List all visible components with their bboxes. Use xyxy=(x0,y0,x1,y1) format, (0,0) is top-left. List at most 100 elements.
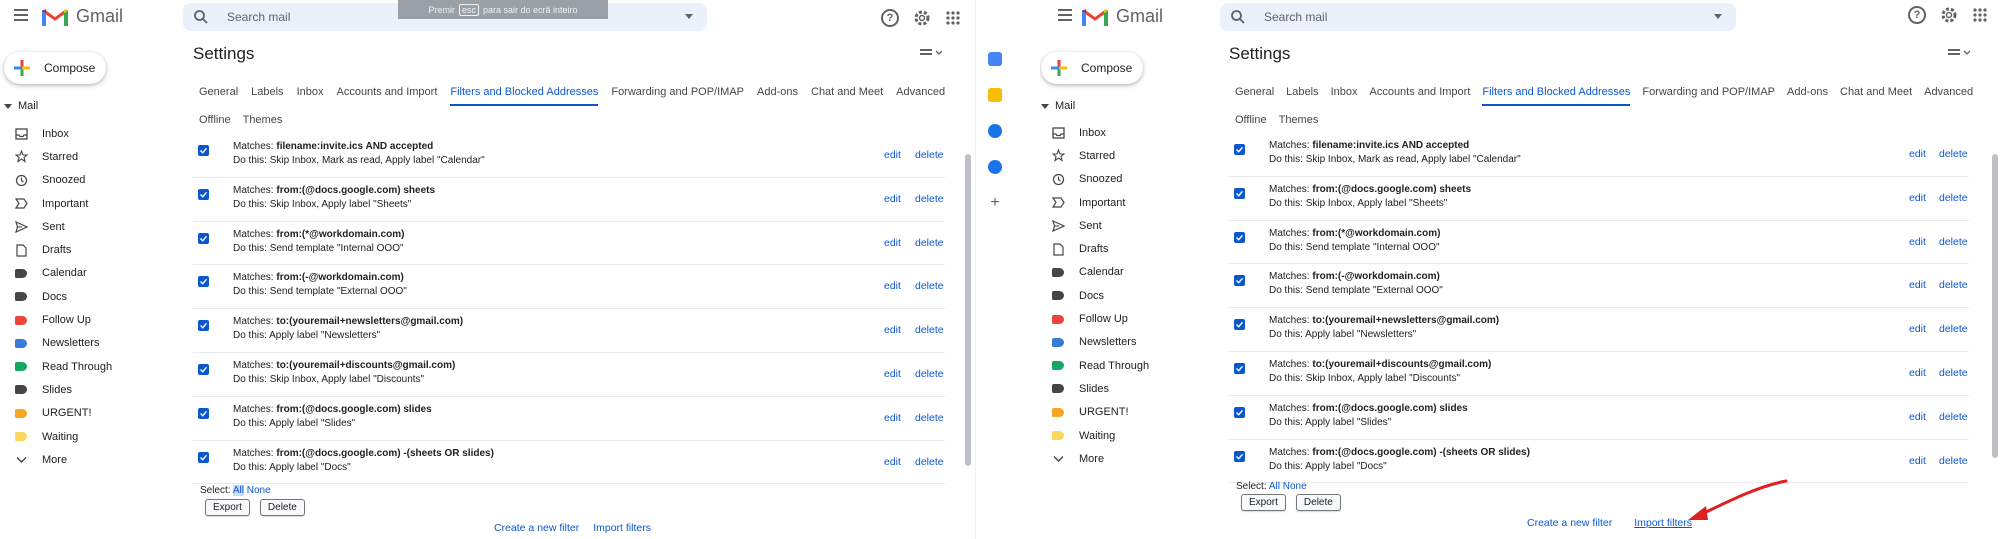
sidebar-item-sent[interactable]: Sent xyxy=(0,215,175,238)
filter-checkbox[interactable] xyxy=(198,276,209,288)
tab-labels[interactable]: Labels xyxy=(251,86,283,106)
delete-filter-link[interactable]: delete xyxy=(915,280,944,292)
sidebar-item-snoozed[interactable]: Snoozed xyxy=(0,169,175,192)
tab-filters-and-blocked-addresses[interactable]: Filters and Blocked Addresses xyxy=(1482,86,1631,106)
sidebar-item-docs[interactable]: Docs xyxy=(0,285,175,308)
select-none-link[interactable]: None xyxy=(1283,481,1307,492)
edit-filter-link[interactable]: edit xyxy=(884,412,901,424)
tab-offline[interactable]: Offline xyxy=(1235,114,1267,126)
sidebar-item-read-through[interactable]: Read Through xyxy=(1040,354,1212,377)
sidebar-item-slides[interactable]: Slides xyxy=(0,378,175,401)
tab-advanced[interactable]: Advanced xyxy=(1924,86,1973,106)
edit-filter-link[interactable]: edit xyxy=(884,456,901,468)
sidebar-item-calendar[interactable]: Calendar xyxy=(1040,261,1212,284)
sidebar-item-waiting[interactable]: Waiting xyxy=(0,425,175,448)
tab-inbox[interactable]: Inbox xyxy=(297,86,324,106)
help-icon[interactable]: ? xyxy=(881,9,899,27)
sidebar-item-important[interactable]: Important xyxy=(1040,191,1212,214)
scrollbar[interactable] xyxy=(1992,154,1998,458)
sidebar-item-urgent[interactable]: URGENT! xyxy=(1040,401,1212,424)
sidebar-item-starred[interactable]: Starred xyxy=(1040,144,1212,167)
menu-icon[interactable] xyxy=(14,9,28,21)
edit-filter-link[interactable]: edit xyxy=(1909,411,1926,423)
tab-labels[interactable]: Labels xyxy=(1286,86,1318,106)
import-filters-link[interactable]: Import filters xyxy=(593,522,651,534)
search-options-icon[interactable] xyxy=(685,14,693,19)
sidebar-item-inbox[interactable]: Inbox xyxy=(1040,121,1212,144)
edit-filter-link[interactable]: edit xyxy=(884,368,901,380)
tab-advanced[interactable]: Advanced xyxy=(896,86,945,106)
sidebar-item-follow-up[interactable]: Follow Up xyxy=(1040,307,1212,330)
select-all-link[interactable]: All xyxy=(232,485,244,496)
export-button[interactable]: Export xyxy=(205,499,250,516)
edit-filter-link[interactable]: edit xyxy=(1909,455,1926,467)
tab-chat-and-meet[interactable]: Chat and Meet xyxy=(1840,86,1912,106)
export-button[interactable]: Export xyxy=(1241,494,1286,511)
sidebar-item-follow-up[interactable]: Follow Up xyxy=(0,308,175,331)
edit-filter-link[interactable]: edit xyxy=(1909,323,1926,335)
filter-checkbox[interactable] xyxy=(198,407,209,419)
delete-filter-link[interactable]: delete xyxy=(915,193,944,205)
sidebar-item-drafts[interactable]: Drafts xyxy=(0,238,175,261)
sidebar-item-important[interactable]: Important xyxy=(0,192,175,215)
tab-themes[interactable]: Themes xyxy=(1279,114,1319,126)
edit-filter-link[interactable]: edit xyxy=(884,280,901,292)
edit-filter-link[interactable]: edit xyxy=(1909,236,1926,248)
sidebar-item-calendar[interactable]: Calendar xyxy=(0,262,175,285)
delete-button[interactable]: Delete xyxy=(259,499,305,516)
filter-checkbox[interactable] xyxy=(1234,231,1245,243)
sidebar-item-starred[interactable]: Starred xyxy=(0,145,175,168)
tab-accounts-and-import[interactable]: Accounts and Import xyxy=(1369,86,1470,106)
delete-filter-link[interactable]: delete xyxy=(915,456,944,468)
filter-checkbox[interactable] xyxy=(1234,319,1245,331)
gear-icon[interactable] xyxy=(1940,6,1958,24)
delete-filter-link[interactable]: delete xyxy=(1939,367,1968,379)
keep-app-icon[interactable] xyxy=(988,88,1002,102)
filter-checkbox[interactable] xyxy=(1234,362,1245,374)
sidebar-item-inbox[interactable]: Inbox xyxy=(0,122,175,145)
sidebar-item-sent[interactable]: Sent xyxy=(1040,214,1212,237)
edit-filter-link[interactable]: edit xyxy=(884,324,901,336)
delete-button[interactable]: Delete xyxy=(1295,494,1341,511)
select-none-link[interactable]: None xyxy=(247,485,271,496)
calendar-app-icon[interactable] xyxy=(988,52,1002,66)
filter-checkbox[interactable] xyxy=(1234,187,1245,199)
delete-filter-link[interactable]: delete xyxy=(1939,279,1968,291)
delete-filter-link[interactable]: delete xyxy=(915,149,944,161)
search-icon[interactable] xyxy=(1230,9,1246,25)
create-filter-link[interactable]: Create a new filter xyxy=(1527,517,1612,529)
filter-checkbox[interactable] xyxy=(1234,450,1245,462)
density-icon[interactable] xyxy=(1948,48,1970,58)
filter-checkbox[interactable] xyxy=(198,188,209,200)
tab-forwarding-and-pop-imap[interactable]: Forwarding and POP/IMAP xyxy=(611,86,744,106)
filter-checkbox[interactable] xyxy=(198,451,209,463)
gmail-logo[interactable]: Gmail xyxy=(1082,6,1163,27)
sidebar-item-drafts[interactable]: Drafts xyxy=(1040,237,1212,260)
edit-filter-link[interactable]: edit xyxy=(1909,279,1926,291)
sidebar-item-urgent[interactable]: URGENT! xyxy=(0,402,175,425)
delete-filter-link[interactable]: delete xyxy=(915,237,944,249)
search-options-icon[interactable] xyxy=(1714,14,1722,19)
tasks-app-icon[interactable] xyxy=(988,124,1002,138)
filter-checkbox[interactable] xyxy=(1234,406,1245,418)
filter-checkbox[interactable] xyxy=(198,320,209,332)
filter-checkbox[interactable] xyxy=(1234,275,1245,287)
tab-themes[interactable]: Themes xyxy=(243,114,283,126)
sidebar-item-waiting[interactable]: Waiting xyxy=(1040,424,1212,447)
tab-general[interactable]: General xyxy=(199,86,238,106)
delete-filter-link[interactable]: delete xyxy=(1939,148,1968,160)
sidebar-item-more[interactable]: More xyxy=(0,448,175,471)
search-icon[interactable] xyxy=(193,9,209,25)
filter-checkbox[interactable] xyxy=(198,363,209,375)
tab-filters-and-blocked-addresses[interactable]: Filters and Blocked Addresses xyxy=(450,86,599,106)
edit-filter-link[interactable]: edit xyxy=(1909,367,1926,379)
delete-filter-link[interactable]: delete xyxy=(1939,411,1968,423)
tab-add-ons[interactable]: Add-ons xyxy=(757,86,798,106)
delete-filter-link[interactable]: delete xyxy=(915,368,944,380)
delete-filter-link[interactable]: delete xyxy=(1939,455,1968,467)
menu-icon[interactable] xyxy=(1058,9,1072,21)
tab-chat-and-meet[interactable]: Chat and Meet xyxy=(811,86,883,106)
tab-general[interactable]: General xyxy=(1235,86,1274,106)
delete-filter-link[interactable]: delete xyxy=(1939,192,1968,204)
sidebar-item-newsletters[interactable]: Newsletters xyxy=(1040,331,1212,354)
